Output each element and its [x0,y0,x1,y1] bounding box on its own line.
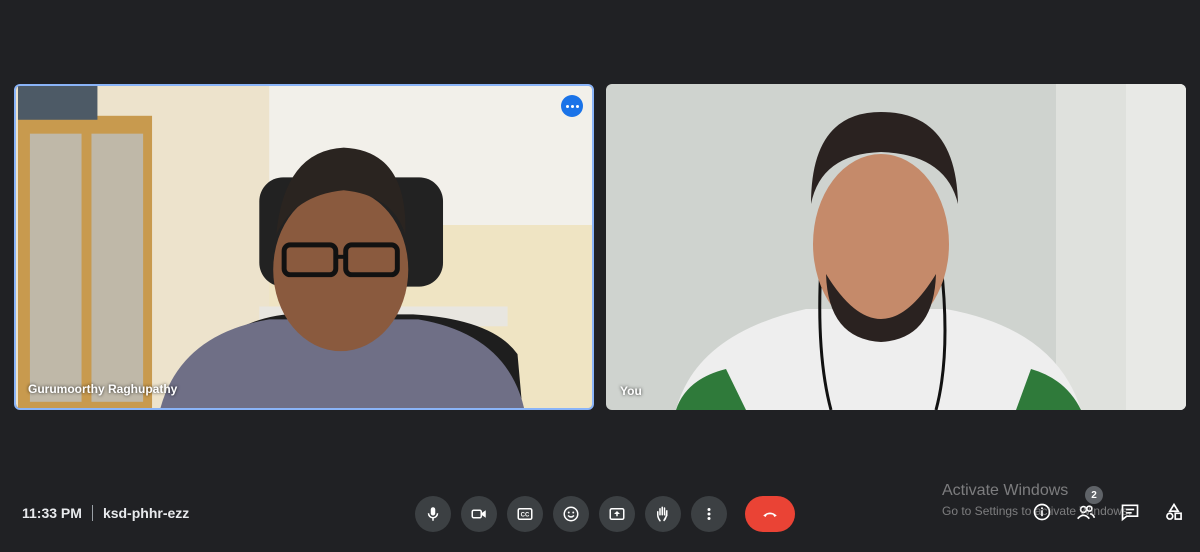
captions-icon: CC [517,508,533,520]
participant-video-left [16,86,592,408]
participant-name-label: Gurumoorthy Raghupathy [28,382,178,396]
call-controls: CC [415,496,795,532]
microphone-icon [427,507,439,521]
participant-name-label: You [620,384,642,398]
more-options-button[interactable] [691,496,727,532]
people-icon [1077,505,1096,520]
activities-button[interactable] [1162,500,1186,524]
participant-video-right [606,84,1186,410]
svg-text:CC: CC [521,513,530,519]
participant-tile-you[interactable]: You [606,84,1186,410]
more-options-button[interactable] [561,95,583,117]
activities-icon [1166,502,1182,520]
emoji-icon [563,506,579,522]
end-call-button[interactable] [745,496,795,532]
present-screen-icon [609,508,625,520]
raise-hand-icon [657,506,668,522]
present-screen-button[interactable] [599,496,635,532]
meeting-details-button[interactable] [1030,500,1054,524]
end-call-icon [763,512,777,517]
bottom-control-bar: 11:33 PM ksd-phhr-ezz CC [0,488,1200,540]
side-panel-buttons [1030,500,1186,524]
meeting-time: 11:33 PM [22,505,82,521]
divider [91,505,93,521]
chat-button[interactable] [1118,500,1142,524]
microphone-button[interactable] [415,496,451,532]
more-options-icon [707,508,711,520]
info-icon [1033,503,1051,521]
participant-tile-gurumoorthy[interactable]: Gurumoorthy Raghupathy [14,84,594,410]
emoji-button[interactable] [553,496,589,532]
people-count-badge: 2 [1085,486,1103,504]
camera-button[interactable] [461,496,497,532]
captions-button[interactable]: CC [507,496,543,532]
camera-icon [471,509,486,519]
chat-icon [1121,504,1139,522]
meeting-code: ksd-phhr-ezz [102,505,190,521]
meeting-info: 11:33 PM ksd-phhr-ezz [22,505,189,521]
raise-hand-button[interactable] [645,496,681,532]
